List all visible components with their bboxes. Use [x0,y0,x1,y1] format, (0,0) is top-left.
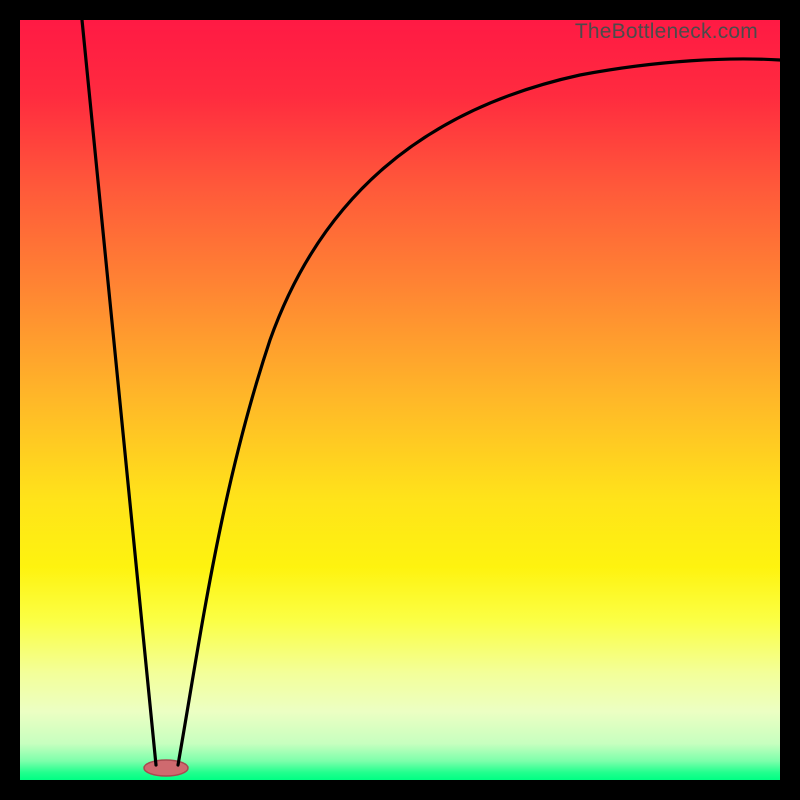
curve-left-branch [82,20,156,765]
optimal-marker [144,760,188,776]
chart-frame: TheBottleneck.com [20,20,780,780]
curve-right-branch [178,59,780,765]
watermark-label: TheBottleneck.com [575,20,758,44]
chart-curves [20,20,780,780]
